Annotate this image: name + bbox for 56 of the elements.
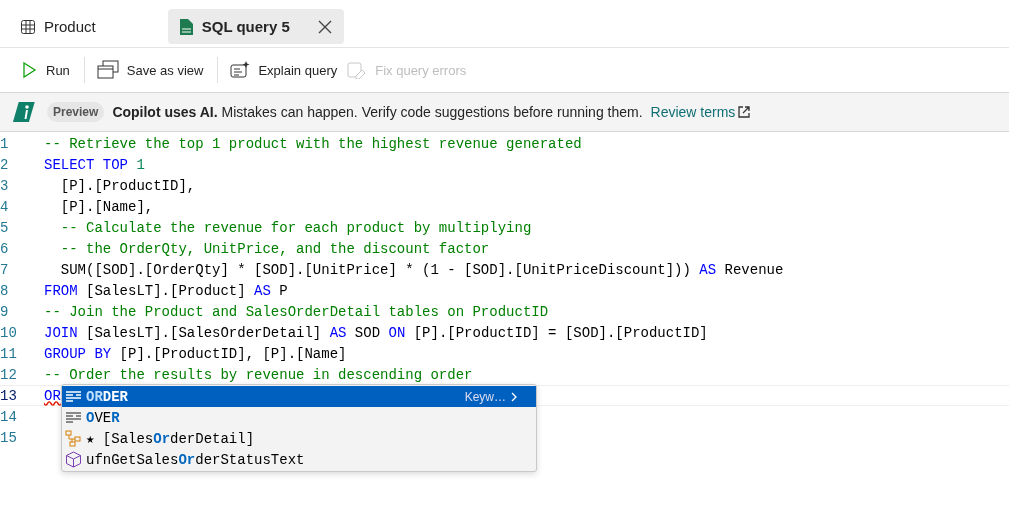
code-line: FROM [SalesLT].[Product] AS P	[44, 282, 288, 299]
code-line: GROUP BY [P].[ProductID], [P].[Name]	[44, 345, 347, 362]
play-icon	[20, 61, 38, 79]
line-number: 6	[0, 240, 10, 257]
sql-file-icon	[177, 17, 194, 36]
preview-badge: Preview	[47, 102, 105, 122]
code-line: SUM([SOD].[OrderQty] * [SOD].[UnitPrice] * (1 - [SOD].[UnitPriceDiscount])) AS Revenue	[59, 261, 784, 278]
line-number: 8	[0, 282, 10, 299]
eraser-doc-icon	[347, 61, 368, 79]
line-number: 7	[0, 261, 10, 278]
suggestion-item[interactable]: ORDER Keyw…	[62, 386, 536, 407]
suggestion-item[interactable]: ufnGetSalesOrderStatusText	[62, 449, 536, 470]
code-line: -- the OrderQty, UnitPrice, and the discount factor	[59, 240, 490, 257]
tab[interactable]: Product	[18, 9, 108, 44]
line-number: 1	[0, 135, 10, 152]
code-line: -- Calculate the revenue for each product by multiplying	[59, 219, 532, 236]
table-icon	[20, 18, 36, 35]
code-line: [P].[ProductID],	[59, 177, 196, 194]
line-number: 13	[0, 387, 18, 404]
tab[interactable]: SQL query 5	[167, 9, 344, 44]
toolbar-button[interactable]: Run	[18, 57, 78, 83]
keyword-icon	[65, 389, 82, 404]
line-number: 11	[0, 345, 18, 362]
code-line: -- Order the results by revenue in descending order	[44, 366, 473, 383]
review-terms-link[interactable]: Review terms	[650, 104, 752, 120]
code-line: -- Join the Product and SalesOrderDetail tables on ProductID	[44, 303, 549, 320]
external-link-icon	[737, 105, 752, 119]
structure-icon	[65, 430, 82, 447]
code-line: [P].[Name],	[59, 198, 154, 215]
keyword-icon	[65, 410, 82, 425]
suggestion-item[interactable]: OVER	[62, 407, 536, 428]
code-line: -- Retrieve the top 1 product with the highest revenue generated	[44, 135, 582, 152]
code-line: JOIN [SalesLT].[SalesOrderDetail] AS SOD ON [P].[ProductID] = [SOD].[ProductID]	[44, 324, 708, 341]
line-number: 15	[0, 429, 18, 446]
suggestion-item[interactable]: ★ [SalesOrderDetail]	[62, 428, 536, 449]
line-number: 10	[0, 324, 18, 341]
toolbar-button[interactable]: Explain query	[228, 57, 346, 83]
sparkle-doc-icon	[230, 61, 251, 79]
chevron-icon	[510, 390, 518, 403]
line-number: 12	[0, 366, 18, 383]
suggestion-detail: Keyw…	[464, 389, 506, 404]
code-line: SELECT TOP 1	[44, 156, 145, 173]
line-number: 14	[0, 408, 18, 425]
cube-icon	[65, 451, 82, 468]
line-number: 3	[0, 177, 10, 194]
line-number: 5	[0, 219, 10, 236]
tab-label: SQL query 5	[201, 18, 291, 35]
line-number: 9	[0, 303, 10, 320]
line-number: 4	[0, 198, 10, 215]
line-number: 2	[0, 156, 10, 173]
banner-message: Copilot uses AI. Mistakes can happen. Verify code suggestions before running them.	[112, 104, 643, 120]
close-button[interactable]	[317, 19, 332, 34]
toolbar-button[interactable]: Save as view	[94, 56, 212, 84]
close-icon	[317, 19, 332, 34]
tab-label: Product	[44, 18, 96, 35]
windows-icon	[96, 60, 119, 80]
